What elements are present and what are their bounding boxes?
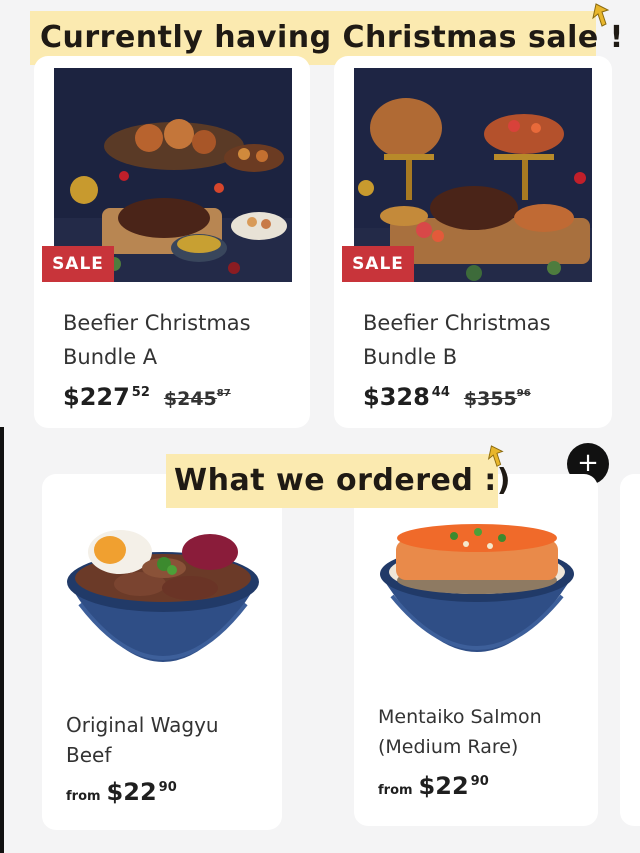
product-name: Beefier Christmas Bundle B	[363, 311, 551, 369]
product-card-bundle-b[interactable]: SALE Beefier Christmas Bundle B $328 44 $3…	[334, 56, 612, 428]
product-card-mentaiko[interactable]: Mentaiko Salmon (Medium Rare) from $22 90	[354, 474, 598, 826]
product-price: from $22 90	[66, 778, 177, 806]
product-price: $328 44 $35596	[363, 383, 531, 411]
sale-badge: SALE	[42, 246, 114, 282]
sale-banner-text: Currently having Christmas sale !	[40, 20, 624, 55]
cursor-arrow-icon	[592, 3, 610, 27]
current-price: $22	[418, 772, 469, 800]
product-name: Original Wagyu Beef	[66, 713, 219, 767]
product-price: from $22 90	[378, 772, 489, 800]
product-card-partial[interactable]	[620, 474, 640, 826]
current-price: $227	[63, 383, 130, 411]
current-price: $328	[363, 383, 430, 411]
original-price: $245	[163, 388, 217, 410]
product-name: Mentaiko Salmon (Medium Rare)	[378, 706, 542, 758]
salmon-bowl-image	[374, 510, 580, 678]
cursor-arrow-icon	[487, 445, 504, 467]
ordered-banner-text: What we ordered :)	[174, 463, 511, 498]
product-card-wagyu[interactable]: Original Wagyu Beef from $22 90	[42, 474, 282, 830]
product-card-bundle-a[interactable]: SALE Beefier Christmas Bundle A $227 52 $2…	[34, 56, 310, 428]
left-edge-bar	[0, 427, 4, 853]
product-price: $227 52 $24587	[63, 383, 231, 411]
product-name: Beefier Christmas Bundle A	[63, 311, 251, 369]
original-price: $355	[463, 388, 517, 410]
wagyu-bowl-image	[60, 512, 266, 692]
sale-badge: SALE	[342, 246, 414, 282]
ordered-banner: What we ordered :)	[166, 454, 510, 508]
current-price: $22	[106, 778, 157, 806]
